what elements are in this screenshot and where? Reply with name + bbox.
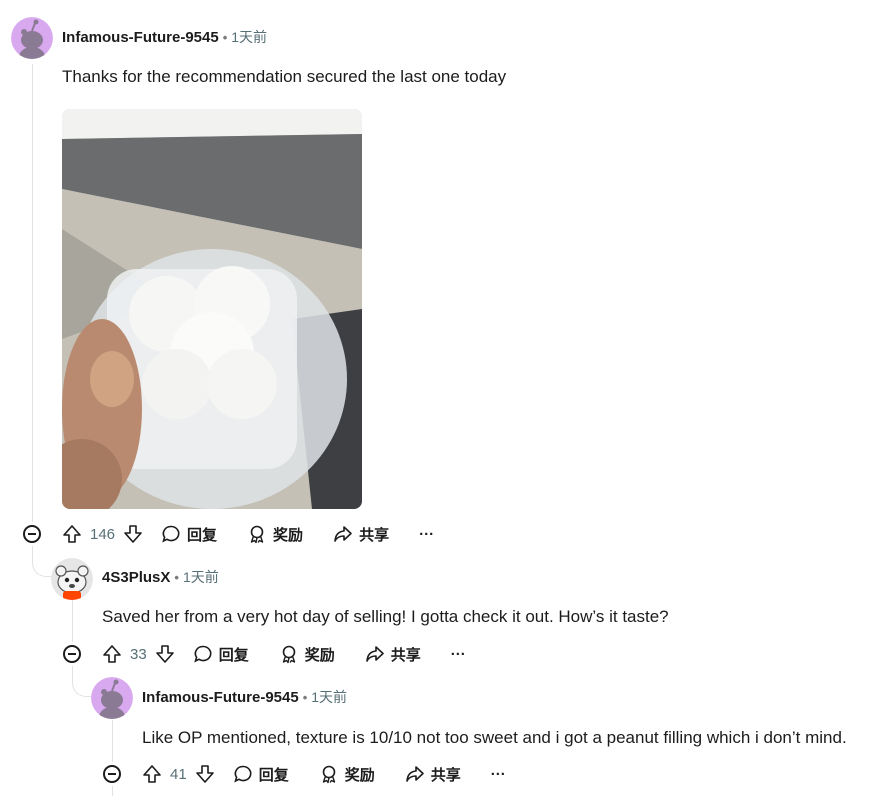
more-icon: ··· <box>450 645 466 663</box>
downvote-icon <box>195 765 214 783</box>
upvote-icon <box>143 765 161 783</box>
share-icon <box>334 526 352 542</box>
downvote-icon <box>155 645 174 663</box>
thread-line <box>112 786 113 796</box>
share-label: 共享 <box>390 646 421 664</box>
award-button[interactable]: 奖励 <box>247 524 303 545</box>
share-icon <box>405 766 424 782</box>
award-button[interactable]: 奖励 <box>279 644 335 665</box>
downvote-button[interactable] <box>195 764 215 784</box>
reply-label: 回复 <box>218 646 249 664</box>
award-label: 奖励 <box>273 526 304 544</box>
comment-image[interactable] <box>62 109 362 509</box>
award-icon <box>282 645 296 664</box>
comment-actions: 33 回复 奖励 共享 ··· <box>102 642 466 666</box>
timestamp[interactable]: 1天前 <box>231 29 267 45</box>
comment-icon <box>233 765 252 783</box>
upvote-button[interactable] <box>102 644 122 664</box>
username[interactable]: 4S3PlusX <box>102 569 170 586</box>
award-icon <box>322 765 336 784</box>
more-icon: ··· <box>419 525 435 543</box>
award-icon <box>250 525 264 544</box>
more-options-button[interactable]: ··· <box>491 766 506 783</box>
comment-icon <box>162 525 180 543</box>
avatar[interactable] <box>51 558 93 600</box>
more-options-button[interactable]: ··· <box>451 646 466 663</box>
timestamp[interactable]: 1天前 <box>183 569 219 585</box>
comment-header: 4S3PlusX • 1天前 <box>102 567 219 587</box>
comment-text: Like OP mentioned, texture is 10/10 not … <box>142 728 847 747</box>
separator-dot: • <box>222 30 228 45</box>
share-label: 共享 <box>359 526 390 544</box>
upvote-icon <box>63 525 81 543</box>
downvote-button[interactable] <box>123 524 143 544</box>
comment-icon <box>193 645 212 663</box>
reply-label: 回复 <box>258 766 289 784</box>
thread-line <box>112 720 113 762</box>
comment-actions: 41 回复 奖励 共享 ··· <box>142 762 506 786</box>
comment-text: Saved her from a very hot day of selling… <box>102 607 669 626</box>
share-button[interactable]: 共享 <box>405 764 461 785</box>
thread-line <box>72 600 73 642</box>
award-label: 奖励 <box>304 646 335 664</box>
reply-button[interactable]: 回复 <box>233 764 289 785</box>
thread-elbow <box>32 546 53 577</box>
comment-actions: 146 回复 奖励 共享 ··· <box>62 522 434 546</box>
collapse-thread-button[interactable] <box>23 525 41 543</box>
upvote-icon <box>103 645 121 663</box>
more-icon: ··· <box>490 765 506 783</box>
share-button[interactable]: 共享 <box>365 644 421 665</box>
separator-dot: • <box>174 570 179 585</box>
downvote-icon <box>124 525 142 543</box>
thread-elbow <box>72 666 93 697</box>
avatar[interactable] <box>11 17 53 59</box>
reply-button[interactable]: 回复 <box>161 524 217 545</box>
reply-label: 回复 <box>187 526 218 544</box>
downvote-button[interactable] <box>155 644 175 664</box>
reply-button[interactable]: 回复 <box>193 644 249 665</box>
vote-count: 41 <box>170 765 187 783</box>
share-label: 共享 <box>430 766 461 784</box>
thread-line <box>32 64 33 522</box>
award-label: 奖励 <box>344 766 375 784</box>
comment-text: Thanks for the recommendation secured th… <box>62 67 507 86</box>
collapse-thread-button[interactable] <box>103 765 121 783</box>
timestamp[interactable]: 1天前 <box>311 689 347 705</box>
vote-count: 146 <box>90 525 116 543</box>
collapse-thread-button[interactable] <box>63 645 81 663</box>
more-options-button[interactable]: ··· <box>419 526 434 543</box>
username[interactable]: Infamous-Future-9545 <box>142 689 299 706</box>
comment-header: Infamous-Future-9545 • 1天前 <box>62 27 267 47</box>
separator-dot: • <box>302 690 308 705</box>
award-button[interactable]: 奖励 <box>319 764 375 785</box>
upvote-button[interactable] <box>62 524 82 544</box>
vote-count: 33 <box>130 645 147 663</box>
username[interactable]: Infamous-Future-9545 <box>62 29 219 46</box>
share-icon <box>365 646 384 662</box>
comment-header: Infamous-Future-9545 • 1天前 <box>142 687 347 707</box>
share-button[interactable]: 共享 <box>333 524 389 545</box>
upvote-button[interactable] <box>142 764 162 784</box>
avatar[interactable] <box>91 677 133 719</box>
